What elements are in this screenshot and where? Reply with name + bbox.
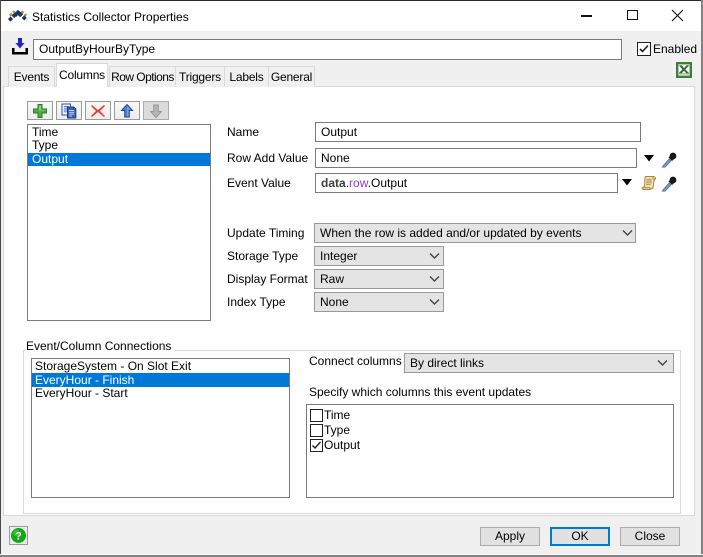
svg-text:?: ? <box>15 531 22 543</box>
